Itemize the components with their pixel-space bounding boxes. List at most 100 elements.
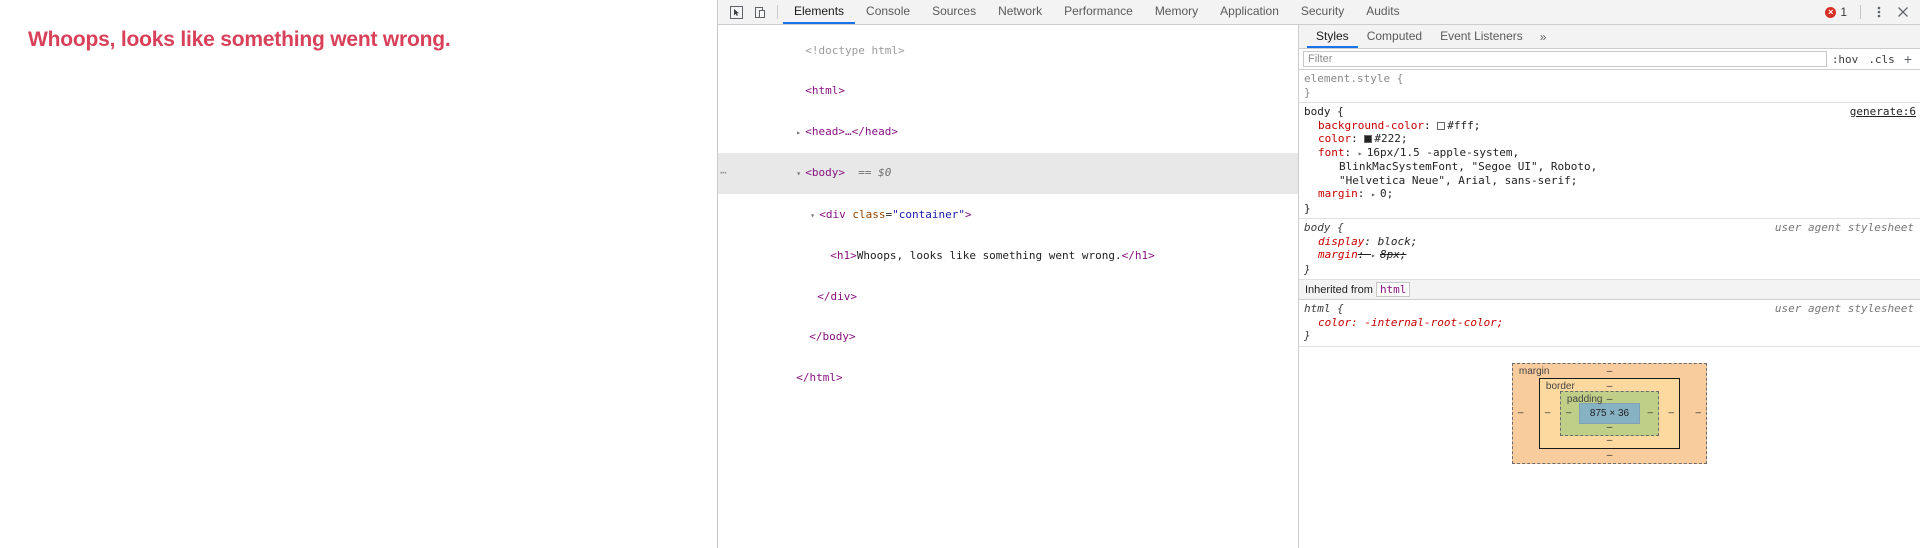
twisty-expanded-icon[interactable]: ▾ (810, 209, 819, 223)
expand-shorthand-icon[interactable]: ▸ (1371, 188, 1380, 202)
dom-line-div-close[interactable]: </div> (718, 276, 1298, 317)
tab-console[interactable]: Console (855, 0, 921, 24)
dom-line-body-selected[interactable]: ⋯ ▾ <body> == $0 (718, 152, 1298, 194)
prop-value: #222 (1374, 132, 1401, 145)
div-attr-name: class (846, 208, 885, 221)
box-model-border[interactable]: border – – – – padding – – – – 875 × 36 (1538, 377, 1681, 449)
tab-audits[interactable]: Audits (1355, 0, 1410, 24)
twisty-collapsed-icon[interactable]: ▸ (796, 126, 805, 140)
declaration-font-continuation-1: BlinkMacSystemFont, "Segoe UI", Roboto, (1339, 160, 1598, 173)
styles-rules-list: element.style { } generate:6 body { back… (1299, 70, 1920, 548)
colon: : (1423, 118, 1438, 132)
tab-application[interactable]: Application (1209, 0, 1290, 24)
dom-line-div-open[interactable]: ▾ <div class="container"> (718, 194, 1298, 236)
device-toolbar-icon[interactable] (748, 0, 772, 24)
tab-security[interactable]: Security (1290, 0, 1355, 24)
tab-memory[interactable]: Memory (1144, 0, 1209, 24)
box-model-padding[interactable]: padding – – – – 875 × 36 (1559, 390, 1660, 436)
margin-bottom-value[interactable]: – (1607, 450, 1613, 461)
ellipsis-badge[interactable]: ⋯ (720, 166, 727, 180)
kebab-menu-icon[interactable] (1868, 1, 1890, 23)
dom-line-head[interactable]: ▸ <head>…</head> (718, 111, 1298, 153)
border-left-value[interactable]: – (1545, 408, 1551, 419)
color-swatch-icon[interactable] (1437, 121, 1446, 130)
prop-value: block (1377, 234, 1411, 248)
rule-close-brace: } (1304, 201, 1311, 215)
twisty-expanded-icon[interactable]: ▾ (796, 167, 805, 181)
inherited-from-header: Inherited from html (1299, 280, 1920, 300)
padding-right-value[interactable]: – (1648, 408, 1654, 419)
declaration-margin-overridden[interactable]: margin: ▸ 8px; (1304, 248, 1920, 263)
tab-computed[interactable]: Computed (1358, 25, 1431, 48)
tab-performance[interactable]: Performance (1053, 0, 1144, 24)
class-toggle-button[interactable]: .cls (1863, 53, 1900, 66)
declaration-display[interactable]: display: block; (1304, 235, 1920, 249)
rule-element-style[interactable]: element.style { } (1299, 70, 1920, 103)
colon: : (1357, 248, 1371, 261)
box-model-content-size[interactable]: 875 × 36 (1578, 402, 1641, 424)
error-count-badge[interactable]: × 1 (1819, 5, 1853, 19)
declaration-margin[interactable]: margin: ▸ 0; (1304, 187, 1920, 202)
declaration-font[interactable]: font: ▸ 16px/1.5 -apple-system, (1304, 146, 1920, 161)
border-right-value[interactable]: – (1669, 408, 1675, 419)
dom-line-html-close[interactable]: </html> (718, 357, 1298, 398)
tab-event-listeners-label: Event Listeners (1440, 28, 1523, 43)
box-model-margin[interactable]: margin – – – – border – – – – padding – … (1511, 362, 1708, 464)
padding-top-value[interactable]: – (1607, 394, 1613, 405)
padding-bottom-value[interactable]: – (1607, 422, 1613, 433)
prop-name: font (1318, 145, 1345, 159)
prop-value: 8px (1380, 248, 1400, 261)
body-close-token: </body> (809, 330, 856, 343)
declaration-color-overridden[interactable]: color: -internal-root-color; (1304, 316, 1920, 330)
semicolon: ; (1386, 187, 1394, 200)
tab-event-listeners[interactable]: Event Listeners (1431, 25, 1532, 48)
padding-left-value[interactable]: – (1566, 408, 1572, 419)
expand-shorthand-icon[interactable]: ▸ (1358, 147, 1367, 161)
prop-declaration: color: -internal-root-color; (1318, 315, 1504, 329)
tab-computed-label: Computed (1366, 28, 1423, 43)
box-model-padding-label: padding (1566, 393, 1603, 405)
dom-tree-pane[interactable]: <!doctype html> <html> ▸ <head>…</head> ⋯… (718, 25, 1299, 548)
rule-source-link[interactable]: generate:6 (1850, 105, 1916, 119)
div-close-bracket: > (964, 207, 972, 221)
tab-styles[interactable]: Styles (1307, 25, 1358, 48)
new-style-rule-button[interactable]: + (1900, 51, 1916, 67)
rule-origin-label: user agent stylesheet (1774, 221, 1914, 234)
margin-right-value[interactable]: – (1696, 408, 1702, 419)
tab-elements[interactable]: Elements (783, 0, 856, 24)
styles-filter-input[interactable] (1303, 51, 1827, 67)
h1-close-token: </h1> (1121, 249, 1155, 262)
rule-body-author[interactable]: generate:6 body { background-color: #fff… (1299, 103, 1920, 219)
rule-body-user-agent[interactable]: user agent stylesheet body { display: bl… (1299, 219, 1920, 280)
hover-state-button[interactable]: :hov (1827, 53, 1864, 66)
tab-network[interactable]: Network (987, 0, 1053, 24)
expand-shorthand-icon[interactable]: ▸ (1371, 249, 1380, 263)
tab-sources[interactable]: Sources (921, 0, 987, 24)
prop-name: margin (1318, 187, 1358, 200)
tab-sources-label: Sources (932, 4, 977, 18)
dom-line-body-close[interactable]: </body> (718, 317, 1298, 358)
error-count-label: 1 (1840, 5, 1847, 19)
h1-open-token: <h1> (830, 249, 857, 262)
rule-html-user-agent[interactable]: user agent stylesheet html { color: -int… (1299, 300, 1920, 347)
color-swatch-icon[interactable] (1364, 135, 1373, 143)
dom-line-html-open[interactable]: <html> (718, 71, 1298, 112)
margin-top-value[interactable]: – (1607, 366, 1613, 377)
dom-line-doctype[interactable]: <!doctype html> (718, 30, 1298, 71)
colon: : (1344, 145, 1358, 159)
inherited-from-node-chip[interactable]: html (1375, 282, 1411, 297)
inherited-from-label: Inherited from (1305, 284, 1373, 296)
tab-application-label: Application (1220, 4, 1279, 18)
margin-left-value[interactable]: – (1518, 408, 1524, 419)
border-bottom-value[interactable]: – (1607, 435, 1613, 446)
declaration-background-color[interactable]: background-color: #fff; (1304, 119, 1920, 133)
dom-line-h1[interactable]: <h1>Whoops, looks like something went wr… (718, 236, 1298, 277)
tab-elements-label: Elements (794, 4, 845, 18)
close-icon[interactable] (1892, 1, 1914, 23)
colon: : (1351, 132, 1365, 145)
inspect-cursor-icon[interactable] (724, 0, 748, 24)
tab-styles-label: Styles (1316, 28, 1349, 43)
declaration-color[interactable]: color: #222; (1304, 132, 1920, 146)
more-tabs-icon[interactable]: » (1532, 25, 1555, 48)
styles-tab-list: Styles Computed Event Listeners » (1299, 25, 1920, 49)
